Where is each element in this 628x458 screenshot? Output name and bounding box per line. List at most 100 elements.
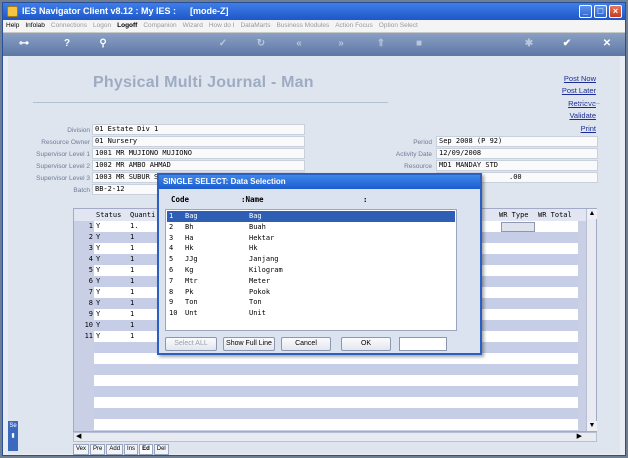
- division-field[interactable]: 01 Estate Div 1: [92, 124, 305, 135]
- activity-date-field[interactable]: 12/09/2008: [436, 148, 598, 159]
- row-quantity[interactable]: 1: [130, 276, 134, 287]
- grid-vertical-scrollbar[interactable]: ▲ ▼: [586, 209, 597, 431]
- check-icon[interactable]: ✓: [215, 37, 231, 51]
- row-quantity[interactable]: 1.: [130, 221, 138, 232]
- supervisor-2-field[interactable]: 1002 MR AMBO AHMAD: [92, 160, 305, 171]
- col-status-header[interactable]: Status: [96, 209, 121, 221]
- row-status[interactable]: Y: [96, 265, 100, 276]
- row-status[interactable]: Y: [96, 276, 100, 287]
- menu-how-do-i[interactable]: How do I: [206, 21, 238, 30]
- tab-ins[interactable]: Ins: [124, 444, 139, 455]
- row-status[interactable]: Y: [96, 243, 100, 254]
- post-later-link[interactable]: Post Later: [562, 85, 596, 97]
- row-status[interactable]: Y: [96, 309, 100, 320]
- grid-horizontal-scrollbar[interactable]: ◀ ▶: [73, 432, 597, 442]
- list-item[interactable]: 6 Kg Kilogram: [167, 265, 455, 276]
- row-status[interactable]: Y: [96, 320, 100, 331]
- list-item[interactable]: 1 Bag Bag: [167, 211, 455, 222]
- row-quantity[interactable]: 1: [130, 265, 134, 276]
- cancel-button[interactable]: Cancel: [281, 337, 331, 351]
- menu-datamarts[interactable]: DataMarts: [237, 21, 273, 30]
- post-now-link[interactable]: Post Now: [562, 73, 596, 85]
- row-status[interactable]: Y: [96, 331, 100, 342]
- col-wr-type-header[interactable]: WR Type: [499, 209, 529, 221]
- row-status[interactable]: Y: [96, 254, 100, 265]
- menu-companion[interactable]: Companion: [140, 21, 179, 30]
- scroll-down-icon[interactable]: ▼: [587, 421, 597, 431]
- stop-icon[interactable]: ■: [411, 37, 427, 51]
- close-window-button[interactable]: ×: [609, 5, 622, 18]
- row-quantity[interactable]: 1: [130, 287, 134, 298]
- resource-field[interactable]: MD1 MANDAY STD: [436, 160, 598, 171]
- list-item[interactable]: 4 Hk Hk: [167, 243, 455, 254]
- tab-ed[interactable]: Ed: [139, 444, 153, 455]
- row-quantity[interactable]: 1: [130, 309, 134, 320]
- maximize-button[interactable]: □: [594, 5, 607, 18]
- list-item[interactable]: 8 Pk Pokok: [167, 287, 455, 298]
- select-all-button[interactable]: Select ALL: [165, 337, 217, 351]
- row-quantity[interactable]: 1: [130, 298, 134, 309]
- menu-logoff[interactable]: Logoff: [114, 21, 140, 30]
- menu-action-focus[interactable]: Action Focus: [332, 21, 376, 30]
- show-full-line-button[interactable]: Show Full Line: [223, 337, 275, 351]
- row-quantity[interactable]: 1: [130, 232, 134, 243]
- ok-button[interactable]: OK: [341, 337, 391, 351]
- cancel-icon[interactable]: ✕: [599, 37, 615, 51]
- row-status[interactable]: Y: [96, 232, 100, 243]
- tab-add[interactable]: Add: [106, 444, 124, 455]
- scroll-right-icon[interactable]: ▶: [577, 433, 582, 441]
- row-status[interactable]: Y: [96, 298, 100, 309]
- tab-pre[interactable]: Pre: [90, 444, 106, 455]
- side-tab[interactable]: Se ▮: [8, 421, 18, 451]
- scroll-up-icon[interactable]: ▲: [587, 209, 597, 219]
- period-field[interactable]: Sep 2008 (P 92): [436, 136, 598, 147]
- settings-icon[interactable]: ✱: [521, 37, 537, 51]
- menu-infolab[interactable]: Infolab: [22, 21, 48, 30]
- menu-help[interactable]: Help: [3, 21, 22, 30]
- menu-logon[interactable]: Logon: [90, 21, 114, 30]
- menu-business-modules[interactable]: Business Modules: [273, 21, 332, 30]
- list-item[interactable]: 3 Ha Hektar: [167, 233, 455, 244]
- minimize-button[interactable]: _: [579, 5, 592, 18]
- item-number: 4: [169, 244, 174, 253]
- row-quantity[interactable]: 1: [130, 331, 134, 342]
- retrieve-link[interactable]: Retrieve: [562, 98, 596, 110]
- col-wr-total-header[interactable]: WR Total: [538, 209, 572, 221]
- wr-type-cell[interactable]: [501, 222, 535, 232]
- validate-link[interactable]: Validate: [562, 110, 596, 122]
- tab-vex[interactable]: Vex: [73, 444, 90, 455]
- dialog-search-input[interactable]: [399, 337, 447, 351]
- row-status[interactable]: Y: [96, 221, 100, 232]
- dialog-col-colon: :: [363, 195, 368, 204]
- menu-wizard[interactable]: Wizard: [180, 21, 206, 30]
- list-item[interactable]: 10 Unt Unit: [167, 308, 455, 319]
- rewind-icon[interactable]: «: [291, 37, 307, 51]
- search-icon[interactable]: ⚲: [95, 37, 111, 51]
- forward-icon[interactable]: »: [333, 37, 349, 51]
- row-quantity[interactable]: 1: [130, 243, 134, 254]
- col-quantity-header[interactable]: Quanti: [130, 209, 155, 221]
- help-icon[interactable]: ?: [59, 37, 75, 51]
- print-link[interactable]: Print: [562, 123, 596, 135]
- refresh-icon[interactable]: ↻: [253, 37, 269, 51]
- menu-connections[interactable]: Connections: [48, 21, 90, 30]
- scroll-left-icon[interactable]: ◀: [76, 433, 81, 441]
- list-item[interactable]: 9 Ton Ton: [167, 297, 455, 308]
- menu-option-select[interactable]: Option Select: [376, 21, 421, 30]
- title-bar[interactable]: IES Navigator Client v8.12 : My IES : [mo…: [3, 3, 625, 20]
- side-tab-label: Se: [9, 423, 17, 429]
- supervisor-1-field[interactable]: 1001 MR MUJIONO MUJIONO: [92, 148, 305, 159]
- list-item[interactable]: 5 JJg Janjang: [167, 254, 455, 265]
- list-item[interactable]: 2 Bh Buah: [167, 222, 455, 233]
- key-icon[interactable]: ⊶: [11, 37, 37, 51]
- row-quantity[interactable]: 1: [130, 320, 134, 331]
- selection-list[interactable]: 1 Bag Bag 2 Bh Buah 3 Ha Hektar 4 Hk Hk 5 JJg Janjang 6…: [165, 209, 457, 331]
- list-item[interactable]: 7 Mtr Meter: [167, 276, 455, 287]
- row-status[interactable]: Y: [96, 287, 100, 298]
- ok-icon[interactable]: ✔: [559, 37, 575, 51]
- dialog-title[interactable]: SINGLE SELECT: Data Selection: [159, 175, 480, 189]
- tab-del[interactable]: Del: [153, 444, 169, 455]
- resource-owner-field[interactable]: 01 Nursery: [92, 136, 305, 147]
- export-icon[interactable]: ⇑: [373, 37, 389, 51]
- row-quantity[interactable]: 1: [130, 254, 134, 265]
